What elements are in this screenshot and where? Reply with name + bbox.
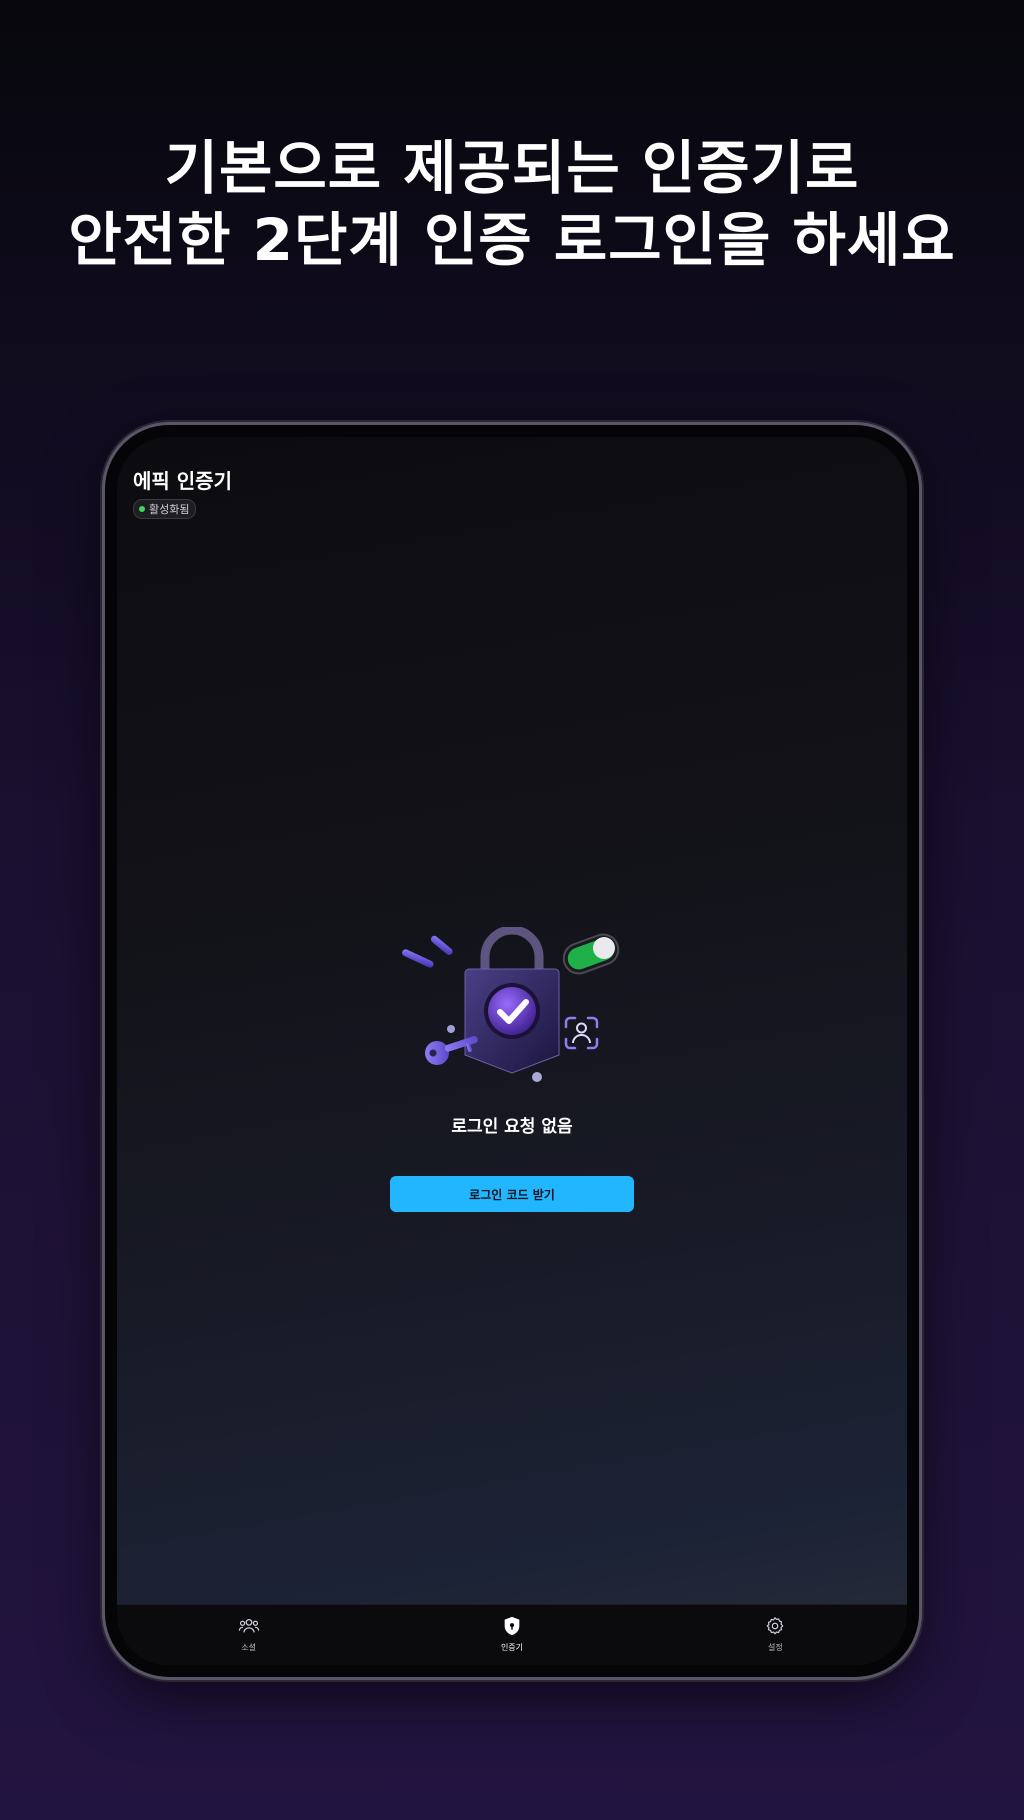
gear-icon (767, 1617, 784, 1635)
lock-illustration (402, 927, 620, 1082)
nav-item-settings[interactable]: 설정 (644, 1605, 907, 1665)
bottom-nav: 소셜 인증기 설정 (117, 1604, 907, 1665)
empty-state-text: 로그인 요청 없음 (451, 1117, 573, 1137)
nav-label-authenticator: 인증기 (500, 1643, 524, 1652)
tablet-frame: 에픽 인증기 활성화됨 로그인 요청 없음 로그인 코드 받기 소셜 인증기 설… (105, 425, 919, 1677)
app-title: 에픽 인증기 (133, 469, 232, 493)
headline-line-2: 안전한 2단계 인증 로그인을 하세요 (68, 206, 956, 274)
sparkle-sticks-icon (402, 935, 453, 968)
get-login-code-button[interactable]: 로그인 코드 받기 (390, 1176, 634, 1212)
headline: 기본으로 제공되는 인증기로 안전한 2단계 인증 로그인을 하세요 (0, 132, 1024, 276)
toggle-switch-icon (562, 933, 620, 975)
people-icon (238, 1618, 259, 1633)
status-label: 활성화됨 (149, 503, 190, 516)
shield-icon (504, 1616, 520, 1636)
status-badge: 활성화됨 (133, 499, 197, 519)
face-id-icon (564, 1016, 599, 1050)
nav-label-settings: 설정 (767, 1643, 783, 1652)
padlock-icon (464, 927, 560, 1074)
app-screen: 에픽 인증기 활성화됨 로그인 요청 없음 로그인 코드 받기 소셜 인증기 설… (117, 437, 907, 1665)
status-dot-icon (139, 506, 145, 512)
key-icon (425, 1036, 478, 1065)
nav-item-social[interactable]: 소셜 (117, 1605, 380, 1665)
nav-label-social: 소셜 (241, 1643, 257, 1652)
nav-item-authenticator[interactable]: 인증기 (380, 1605, 643, 1665)
headline-line-1: 기본으로 제공되는 인증기로 (164, 134, 860, 202)
